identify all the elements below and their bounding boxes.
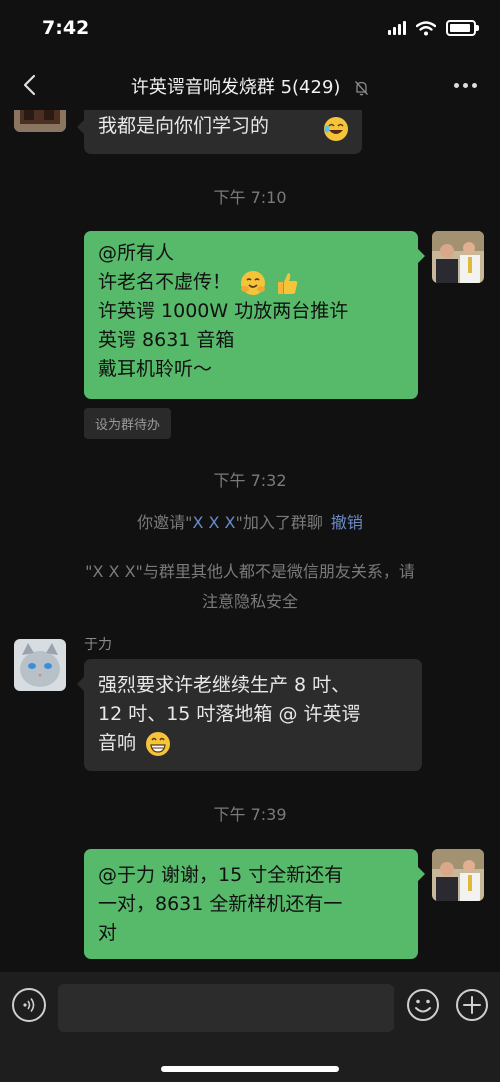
laughing-tears-emoji-icon	[324, 117, 348, 141]
message-text: 音响	[98, 732, 137, 754]
bell-slash-icon	[355, 81, 369, 96]
status-icons	[388, 20, 479, 36]
message-text: 一对，8631 全新样机还有一	[98, 893, 343, 915]
message-input[interactable]	[58, 984, 394, 1032]
plus-icon	[456, 989, 488, 1021]
privacy-notice: "X X X"与群里其他人都不是微信朋友关系，请 注意隐私安全	[30, 557, 470, 617]
message-text: @所有人	[98, 242, 175, 264]
system-message: 你邀请"X X X"加入了群聊 撤销	[30, 508, 470, 538]
message-bubble[interactable]: @所有人 许老名不虚传！ 许英谔 1000W 功放两台推许 英谔 8631 音箱…	[84, 231, 425, 399]
message-text: 许老名不虚传！	[98, 271, 232, 293]
message-text: 对	[98, 922, 118, 944]
timestamp: 下午 7:10	[213, 188, 287, 207]
ellipsis-icon	[453, 82, 459, 88]
message-text: 强烈要求许老继续生产 8 吋、	[98, 674, 351, 696]
message-text: @于力 谢谢，15 寸全新还有	[98, 864, 344, 886]
message-text: 戴耳机聆听～	[98, 358, 213, 380]
emoji-button[interactable]	[406, 988, 440, 1022]
message-text: 我都是向你们学习的	[98, 115, 270, 137]
message-text: 英谔 8631 音箱	[98, 329, 235, 351]
set-as-group-todo-button[interactable]: 设为群待办	[84, 408, 172, 439]
hug-emoji-icon	[241, 270, 266, 295]
revoke-invite-link[interactable]: 撤销	[331, 513, 363, 532]
grinning-emoji-icon	[146, 731, 171, 756]
system-text: 你邀请"	[137, 513, 193, 532]
cellular-signal-icon	[388, 21, 406, 35]
sender-name: 于力	[84, 637, 112, 653]
home-indicator	[161, 1066, 339, 1072]
avatar[interactable]	[432, 849, 484, 901]
wifi-icon	[416, 20, 436, 35]
thumbs-up-icon	[278, 272, 298, 294]
system-text: "加入了群聊	[235, 513, 323, 532]
voice-input-button[interactable]	[12, 988, 46, 1022]
system-text: 注意隐私安全	[201, 592, 298, 611]
message-bubble[interactable]: 我都是向你们学习的	[77, 110, 362, 154]
message-bubble[interactable]: 强烈要求许老继续生产 8 吋、 12 吋、15 吋落地箱 @ 许英谔 音响	[77, 659, 422, 771]
message-text: 12 吋、15 吋落地箱 @ 许英谔	[98, 703, 361, 725]
avatar[interactable]	[432, 231, 484, 283]
message-bubble[interactable]: @于力 谢谢，15 寸全新还有 一对，8631 全新样机还有一 对	[84, 849, 425, 959]
message-text: 许英谔 1000W 功放两台推许	[98, 300, 349, 322]
chat-title: 许英谔音响发烧群 5(429)	[0, 73, 500, 99]
status-bar: 7:42	[0, 0, 500, 60]
system-text: "X X X"与群里其他人都不是微信朋友关系，请	[85, 562, 415, 581]
message-list[interactable]: 我都是向你们学习的 下午 7:10 @所有人 许老名不虚传！ 许英谔 1000W…	[0, 110, 500, 972]
more-options-button[interactable]	[448, 68, 482, 102]
timestamp: 下午 7:39	[213, 805, 287, 824]
chat-header: 许英谔音响发烧群 5(429)	[0, 60, 500, 110]
chat-title-text: 许英谔音响发烧群 5(429)	[130, 77, 341, 98]
invited-user-link[interactable]: X X X	[192, 513, 235, 532]
smiley-icon	[407, 989, 439, 1021]
avatar[interactable]	[14, 639, 66, 691]
avatar[interactable]	[14, 110, 66, 132]
status-time: 7:42	[42, 17, 90, 39]
more-actions-button[interactable]	[455, 988, 489, 1022]
battery-icon	[446, 20, 479, 36]
voice-icon	[23, 998, 35, 1012]
timestamp: 下午 7:32	[213, 471, 287, 490]
